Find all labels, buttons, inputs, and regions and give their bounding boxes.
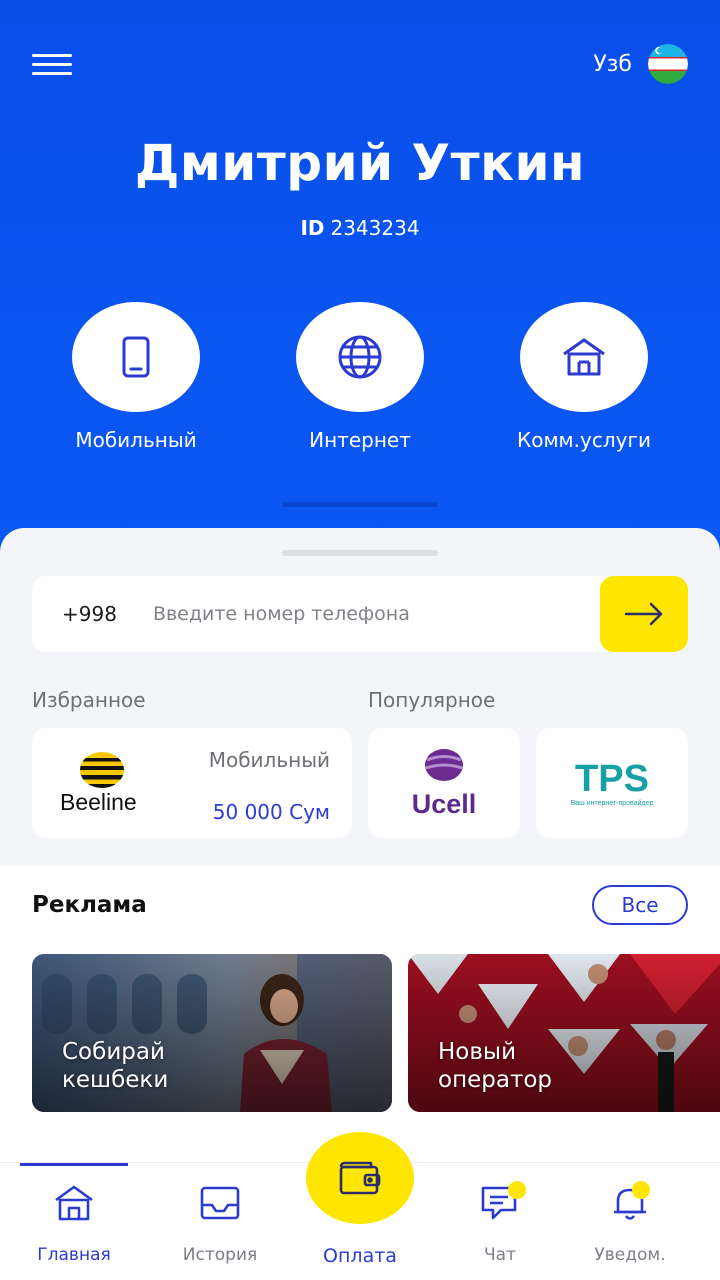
tab-history[interactable]: История bbox=[148, 1183, 292, 1265]
category-label: Мобильный bbox=[75, 428, 197, 452]
tab-chat[interactable]: Чат bbox=[428, 1181, 572, 1265]
language-switch[interactable]: Узб bbox=[593, 44, 688, 84]
svg-text:Ваш интернет-провайдер: Ваш интернет-провайдер bbox=[571, 799, 654, 807]
category-utilities[interactable]: Комм.услуги bbox=[484, 302, 684, 452]
ucell-logo: Ucell bbox=[412, 749, 477, 819]
phone-icon bbox=[122, 336, 150, 378]
active-tab-indicator bbox=[20, 1163, 128, 1166]
ad-line1: Новый bbox=[438, 1039, 517, 1065]
ad-text: Собирай кешбеки bbox=[62, 1038, 168, 1094]
pay-fab-button[interactable] bbox=[306, 1132, 414, 1224]
ad-line2: кешбеки bbox=[62, 1067, 169, 1093]
ad-line2: оператор bbox=[438, 1067, 553, 1093]
tab-label: Чат bbox=[484, 1245, 516, 1265]
category-label: Интернет bbox=[309, 428, 411, 452]
favorite-amount: 50 000 Сум bbox=[212, 800, 330, 824]
user-id-value: 2343234 bbox=[330, 216, 420, 240]
popular-card-ucell[interactable]: Ucell bbox=[368, 728, 520, 838]
house-icon bbox=[563, 338, 605, 376]
user-id-prefix: ID bbox=[300, 216, 325, 240]
ad-text: Новый оператор bbox=[438, 1038, 552, 1094]
chat-badge-dot bbox=[508, 1181, 526, 1199]
ads-section: Реклама Все Собирай кешбеки Новый операт… bbox=[0, 866, 720, 1166]
submit-button[interactable] bbox=[600, 576, 688, 652]
drag-handle[interactable] bbox=[282, 550, 438, 556]
ad-card-cashback[interactable]: Собирай кешбеки bbox=[32, 954, 392, 1112]
user-id: ID 2343234 bbox=[0, 216, 720, 240]
home-icon bbox=[55, 1185, 93, 1221]
beeline-logo: Beeline bbox=[60, 752, 137, 815]
user-name: Дмитрий Уткин bbox=[134, 134, 586, 192]
ads-title: Реклама bbox=[32, 892, 147, 918]
category-label: Комм.услуги bbox=[517, 428, 651, 452]
phone-prefix: +998 bbox=[62, 602, 117, 626]
see-all-button[interactable]: Все bbox=[592, 885, 688, 925]
ad-line1: Собирай bbox=[62, 1039, 165, 1065]
svg-text:TPS: TPS bbox=[575, 758, 649, 800]
favorite-card-beeline[interactable]: Beeline Мобильный 50 000 Сум bbox=[32, 728, 352, 838]
tps-logo: TPS Ваш интернет-провайдер bbox=[571, 758, 654, 807]
header-hero: Узб Дмитрий Уткин ID 2343234 Мобильный И… bbox=[0, 0, 720, 560]
phone-input[interactable] bbox=[152, 603, 573, 625]
favorite-category: Мобильный bbox=[208, 748, 330, 772]
language-label: Узб bbox=[593, 51, 632, 77]
tab-home[interactable]: Главная bbox=[2, 1183, 146, 1265]
ad-card-new-operator[interactable]: Новый оператор bbox=[408, 954, 720, 1112]
notification-badge-dot bbox=[632, 1181, 650, 1199]
tab-label: История bbox=[182, 1245, 258, 1265]
wallet-icon bbox=[339, 1161, 381, 1195]
arrow-right-icon bbox=[624, 602, 663, 626]
svg-text:Beeline: Beeline bbox=[60, 789, 137, 815]
tab-label: Уведом. bbox=[594, 1245, 666, 1265]
inbox-icon bbox=[200, 1186, 240, 1220]
category-list: Мобильный Интернет Комм.услуги bbox=[0, 302, 720, 462]
popular-card-tps[interactable]: TPS Ваш интернет-провайдер bbox=[536, 728, 688, 838]
favorites-label: Избранное bbox=[32, 688, 146, 712]
uzbekistan-flag-icon bbox=[648, 44, 688, 84]
hero-handle bbox=[282, 502, 438, 507]
menu-icon[interactable] bbox=[32, 52, 72, 78]
popular-label: Популярное bbox=[368, 688, 496, 712]
tab-notifications[interactable]: Уведом. bbox=[558, 1181, 702, 1265]
category-mobile[interactable]: Мобильный bbox=[36, 302, 236, 452]
category-internet[interactable]: Интернет bbox=[260, 302, 460, 452]
globe-icon bbox=[338, 335, 382, 379]
tab-label: Главная bbox=[37, 1245, 111, 1265]
svg-text:Ucell: Ucell bbox=[412, 789, 477, 819]
tab-label: Оплата bbox=[323, 1245, 397, 1267]
phone-input-box: +998 bbox=[32, 576, 688, 652]
